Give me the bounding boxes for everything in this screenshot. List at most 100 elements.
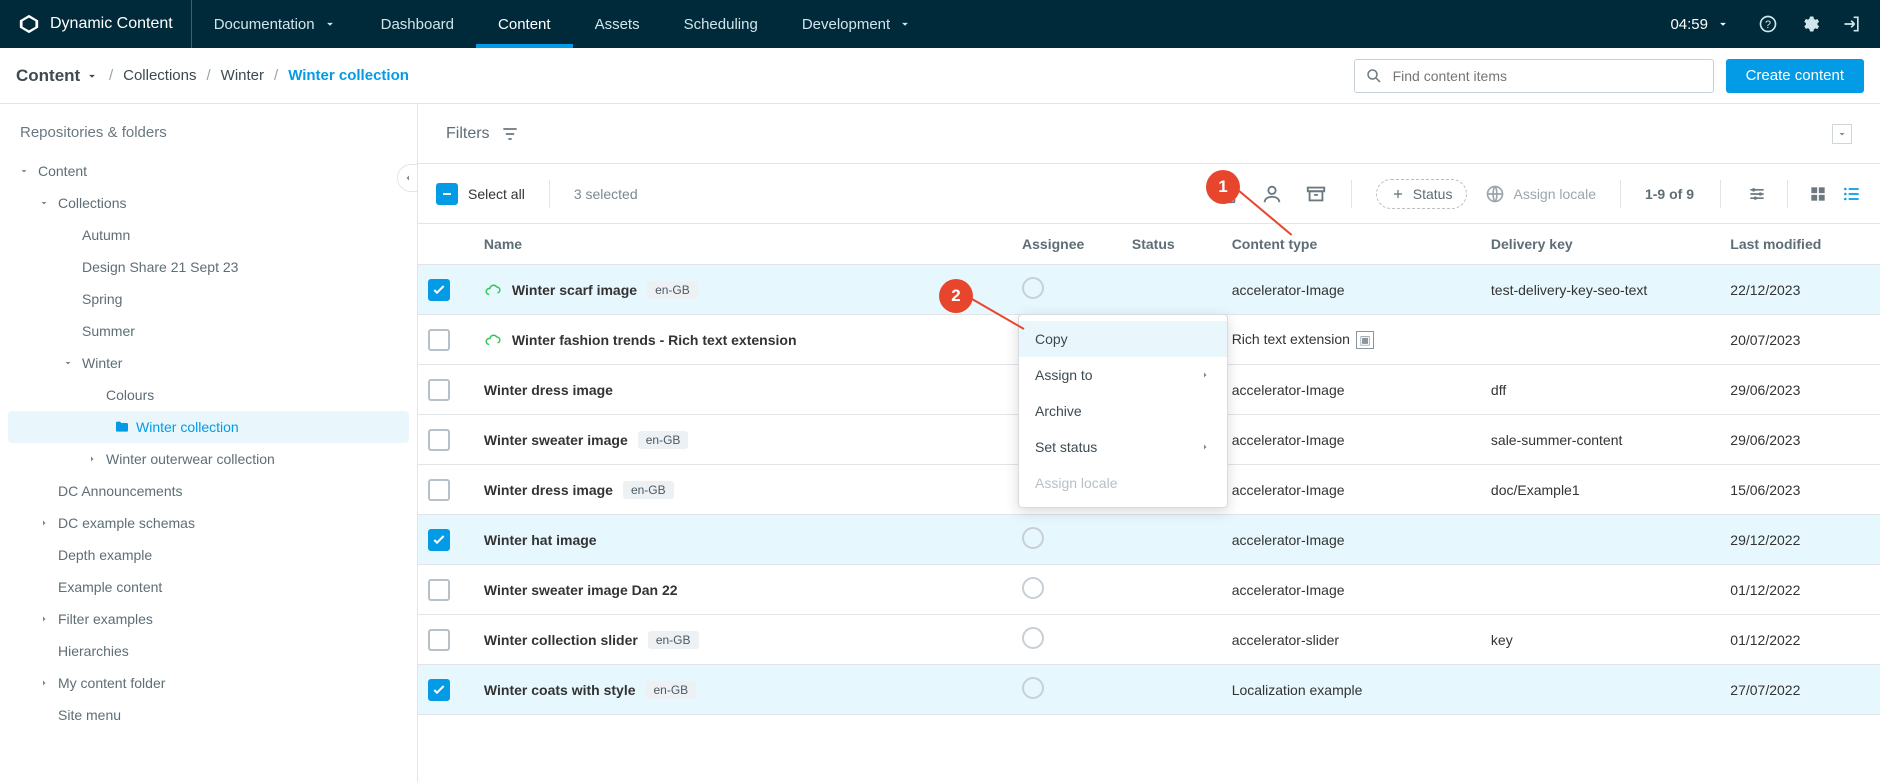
breadcrumb-current[interactable]: Winter collection [288, 67, 409, 84]
assign-user-icon[interactable] [1261, 183, 1283, 205]
row-type: accelerator-Image [1232, 482, 1345, 498]
col-name[interactable]: Name [474, 224, 1012, 265]
row-modified: 29/06/2023 [1730, 382, 1800, 398]
topnav-item[interactable]: Dashboard [359, 0, 476, 48]
tree-item[interactable]: Autumn [0, 219, 417, 251]
col-status[interactable]: Status [1122, 224, 1222, 265]
context-menu-item: Assign locale [1019, 465, 1227, 501]
tree-item-label: Content [38, 163, 87, 179]
settings-button[interactable] [1796, 10, 1824, 38]
exit-icon [1842, 14, 1862, 34]
subbar: Content / Collections / Winter / Winter … [0, 48, 1880, 104]
tree-item-label: Spring [82, 291, 122, 307]
search-input[interactable] [1391, 67, 1703, 85]
tree-item[interactable]: Content [0, 155, 417, 187]
breadcrumb-root[interactable]: Content [16, 66, 99, 86]
tree-item[interactable]: Winter [0, 347, 417, 379]
col-key[interactable]: Delivery key [1481, 224, 1720, 265]
chevron-right-icon[interactable] [84, 453, 100, 465]
context-menu-item[interactable]: Copy [1019, 321, 1227, 357]
topnav-item[interactable]: Assets [573, 0, 662, 48]
side-panel: Repositories & folders ContentCollection… [0, 104, 418, 782]
collapse-panel-button[interactable] [397, 164, 418, 192]
row-checkbox[interactable] [428, 679, 450, 701]
breadcrumb-item[interactable]: Winter [221, 67, 264, 84]
locale-tag: en-GB [648, 631, 699, 649]
row-modified: 27/07/2022 [1730, 682, 1800, 698]
assignee-avatar[interactable] [1022, 577, 1044, 599]
assignee-avatar[interactable] [1022, 527, 1044, 549]
logout-button[interactable] [1838, 10, 1866, 38]
col-assignee[interactable]: Assignee [1012, 224, 1122, 265]
tree-item[interactable]: Filter examples [0, 603, 417, 635]
tree-item[interactable]: Example content [0, 571, 417, 603]
row-checkbox[interactable] [428, 629, 450, 651]
context-menu-item[interactable]: Archive [1019, 393, 1227, 429]
session-timer[interactable]: 04:59 [1660, 12, 1740, 37]
chevron-down-icon[interactable] [16, 165, 32, 177]
table-row[interactable]: Winter sweater image Dan 22accelerator-I… [418, 565, 1880, 615]
row-checkbox[interactable] [428, 579, 450, 601]
context-menu-item[interactable]: Assign to [1019, 357, 1227, 393]
table-row[interactable]: Winter hat imageaccelerator-Image29/12/2… [418, 515, 1880, 565]
select-all-checkbox[interactable] [436, 183, 458, 205]
assignee-avatar[interactable] [1022, 677, 1044, 699]
topnav-item[interactable]: Development [780, 0, 934, 48]
tree-item[interactable]: Site menu [0, 699, 417, 731]
search-box[interactable] [1354, 59, 1714, 93]
assignee-avatar[interactable] [1022, 277, 1044, 299]
brand[interactable]: Dynamic Content [0, 0, 192, 48]
tree-item[interactable]: Depth example [0, 539, 417, 571]
table-row[interactable]: Winter scarf imageen-GBaccelerator-Image… [418, 265, 1880, 315]
assignee-avatar[interactable] [1022, 627, 1044, 649]
topnav-item[interactable]: Scheduling [662, 0, 780, 48]
tree-item[interactable]: Spring [0, 283, 417, 315]
row-checkbox[interactable] [428, 379, 450, 401]
tree-item[interactable]: My content folder [0, 667, 417, 699]
col-type[interactable]: Content type [1222, 224, 1481, 265]
view-options-icon[interactable] [1747, 184, 1767, 204]
tree-item[interactable]: Summer [0, 315, 417, 347]
tree-item[interactable]: Hierarchies [0, 635, 417, 667]
col-modified[interactable]: Last modified [1720, 224, 1880, 265]
help-button[interactable] [1754, 10, 1782, 38]
chevron-right-icon[interactable] [36, 677, 52, 689]
breadcrumb-item[interactable]: Collections [123, 67, 196, 84]
list-view-icon[interactable] [1842, 184, 1862, 204]
chevron-left-icon [402, 172, 414, 184]
filter-collapse-toggle[interactable] [1832, 124, 1852, 144]
table-row[interactable]: Winter coats with styleen-GBLocalization… [418, 665, 1880, 715]
action-bar: Select all 3 selected Status Assign loca… [418, 164, 1880, 224]
select-all[interactable]: Select all [436, 183, 525, 205]
tree-item[interactable]: DC Announcements [0, 475, 417, 507]
grid-view-icon[interactable] [1808, 184, 1828, 204]
chevron-right-icon[interactable] [36, 517, 52, 529]
tree-item[interactable]: DC example schemas [0, 507, 417, 539]
row-type: Localization example [1232, 682, 1363, 698]
context-menu-item[interactable]: Set status [1019, 429, 1227, 465]
chevron-right-icon[interactable] [36, 613, 52, 625]
row-checkbox[interactable] [428, 429, 450, 451]
create-content-button[interactable]: Create content [1726, 59, 1864, 93]
row-checkbox[interactable] [428, 329, 450, 351]
tree-item[interactable]: Collections [0, 187, 417, 219]
tree-item[interactable]: Colours [0, 379, 417, 411]
topnav-item[interactable]: Content [476, 0, 573, 48]
tree-item[interactable]: Design Share 21 Sept 23 [0, 251, 417, 283]
topnav-item[interactable]: Documentation [192, 0, 359, 48]
filter-icon[interactable] [500, 124, 520, 144]
row-checkbox[interactable] [428, 479, 450, 501]
row-checkbox[interactable] [428, 279, 450, 301]
gear-icon [1800, 14, 1820, 34]
tree-item[interactable]: Winter outerwear collection [0, 443, 417, 475]
table-row[interactable]: Winter collection slideren-GBaccelerator… [418, 615, 1880, 665]
filters-label[interactable]: Filters [446, 125, 490, 143]
check-icon [431, 532, 447, 548]
tree-item-label: My content folder [58, 675, 165, 691]
tree-item[interactable]: Winter collection [8, 411, 409, 443]
archive-action-icon[interactable] [1305, 183, 1327, 205]
row-checkbox[interactable] [428, 529, 450, 551]
chevron-down-icon[interactable] [60, 357, 76, 369]
status-chip[interactable]: Status [1376, 179, 1468, 209]
chevron-down-icon[interactable] [36, 197, 52, 209]
